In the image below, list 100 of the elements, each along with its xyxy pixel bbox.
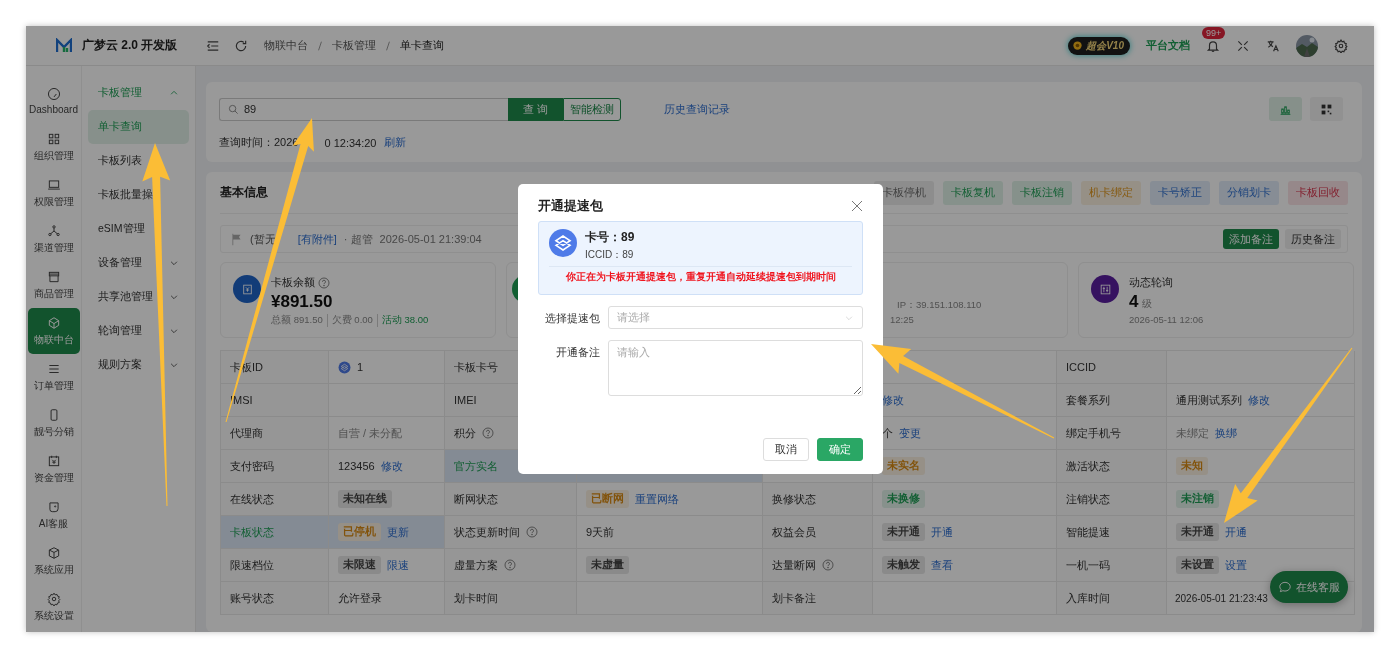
- field-label: 套餐系列: [1057, 384, 1167, 417]
- nav-item[interactable]: 靓号分销: [27, 400, 80, 446]
- field-label: 积分: [454, 425, 476, 441]
- detect-button[interactable]: 智能检测: [563, 97, 621, 121]
- refresh-link[interactable]: 刷新: [384, 135, 407, 150]
- warning-text: 你正在为卡板开通提速包，重复开通自动延续提速包到期时间: [564, 271, 837, 284]
- menu-group[interactable]: 设备管理: [88, 246, 189, 280]
- field-label: 在线状态: [221, 483, 329, 516]
- breadcrumb-item[interactable]: 卡板管理: [332, 38, 376, 53]
- action-link[interactable]: 开通: [931, 524, 953, 540]
- status-tag: 未实名: [882, 457, 925, 475]
- nav-item[interactable]: 系统应用: [27, 538, 80, 584]
- stat-unit: 级: [1142, 298, 1153, 309]
- action-link[interactable]: 开通: [1225, 524, 1247, 540]
- breadcrumb-item: 单卡查询: [400, 38, 444, 53]
- confirm-button[interactable]: 确定: [817, 438, 863, 461]
- cell-text: 1: [357, 361, 364, 373]
- ip-address: IP：39.151.108.110: [897, 299, 982, 312]
- menu-item[interactable]: 卡板列表: [88, 144, 189, 178]
- stat-detail: 欠费 0.00: [326, 314, 377, 327]
- action-link[interactable]: 重置网络: [635, 491, 679, 507]
- action-link[interactable]: 换绑: [1215, 425, 1237, 441]
- nav-label: 资金管理: [33, 470, 74, 485]
- action-button[interactable]: 卡板回收: [1288, 180, 1348, 205]
- nav-item[interactable]: 权限管理: [27, 170, 80, 216]
- nav-label: AI客服: [38, 516, 69, 531]
- section-title: 基本信息: [220, 184, 268, 201]
- menu-item[interactable]: 卡板批量操: [88, 178, 189, 212]
- action-button[interactable]: 卡板复机: [943, 180, 1003, 205]
- status-tag: 未开通: [1176, 523, 1219, 541]
- field-label: 一机一码: [1057, 549, 1167, 582]
- select-field[interactable]: 请选择: [608, 306, 863, 329]
- action-button[interactable]: 分销划卡: [1219, 180, 1279, 205]
- attachment-link[interactable]: [有附件]: [297, 231, 337, 247]
- nav-label: 靓号分销: [33, 424, 74, 439]
- field-label: 状态更新时间: [454, 524, 520, 540]
- field-label: 断网状态: [445, 483, 577, 516]
- field-label: 账号状态: [221, 582, 329, 615]
- chat-button[interactable]: 在线客服: [1270, 571, 1348, 603]
- search-field[interactable]: 89: [219, 97, 508, 121]
- action-link[interactable]: 修改: [380, 458, 403, 474]
- nav-item[interactable]: 物联中台: [27, 308, 80, 354]
- nav-item[interactable]: AI客服: [27, 492, 80, 538]
- field-label: 换修状态: [763, 483, 873, 516]
- status-tag: 未限速: [338, 556, 381, 574]
- stat-time: 2026-05-11 12:06: [1129, 314, 1204, 325]
- action-link[interactable]: 更新: [387, 524, 409, 540]
- action-link[interactable]: 修改: [882, 392, 904, 408]
- nav-item[interactable]: 组织管理: [27, 124, 80, 170]
- field-label: ICCID: [1057, 351, 1167, 384]
- field-label: 支付密码: [221, 450, 329, 483]
- field-label: 卡板状态: [221, 516, 329, 549]
- history-link[interactable]: 历史查询记录: [664, 101, 730, 117]
- cell-text: 123456: [338, 460, 375, 472]
- query-time: 0 12:34:20: [324, 136, 377, 149]
- app-title: 广梦云 2.0 开发版: [82, 37, 178, 54]
- menu-group[interactable]: 共享池管理: [88, 280, 189, 314]
- status-tag: 未注销: [1176, 490, 1219, 508]
- menu-group[interactable]: 卡板管理: [88, 76, 189, 110]
- nav-label: 系统设置: [33, 608, 74, 623]
- action-link[interactable]: 查看: [931, 557, 953, 573]
- nav-item[interactable]: 资金管理: [27, 446, 80, 492]
- docs-link[interactable]: 平台文档: [1146, 38, 1190, 53]
- menu-item[interactable]: 单卡查询: [88, 110, 189, 144]
- status-tag: 未设置: [1176, 556, 1219, 574]
- stat-label: 动态轮询: [1129, 275, 1174, 290]
- nav-item[interactable]: Dashboard: [27, 78, 80, 124]
- query-button[interactable]: 查 询: [508, 97, 563, 121]
- remark-button[interactable]: 添加备注: [1223, 229, 1279, 249]
- remark-author: · 超管: [343, 231, 373, 247]
- cancel-button[interactable]: 取消: [763, 438, 809, 461]
- action-button[interactable]: 卡板注销: [1012, 180, 1072, 205]
- status-tag: 未虚量: [586, 556, 629, 574]
- nav-item[interactable]: 商品管理: [27, 262, 80, 308]
- text-area[interactable]: 请输入: [608, 340, 863, 396]
- action-link[interactable]: 修改: [1248, 392, 1270, 408]
- menu-group[interactable]: 规则方案: [88, 348, 189, 382]
- vip-badge: 超会V10: [1068, 36, 1130, 55]
- action-link[interactable]: 限速: [387, 557, 409, 573]
- nav-item[interactable]: 订单管理: [27, 354, 80, 400]
- action-link[interactable]: 变更: [899, 425, 921, 441]
- remark-button[interactable]: 历史备注: [1285, 229, 1341, 249]
- nav-label: 订单管理: [33, 378, 74, 393]
- field-label: 权益会员: [763, 516, 873, 549]
- stat-time: 12:25: [890, 314, 915, 325]
- iccid-text: ICCID：89: [585, 248, 635, 262]
- menu-item[interactable]: eSIM管理: [88, 212, 189, 246]
- status-tag: 未触发: [882, 556, 925, 574]
- nav-label: 组织管理: [33, 148, 74, 163]
- action-link[interactable]: 设置: [1225, 557, 1247, 573]
- breadcrumb-item[interactable]: 物联中台: [264, 38, 308, 53]
- nav-item[interactable]: 渠道管理: [27, 216, 80, 262]
- cell-text: 通用测试系列: [1176, 392, 1242, 408]
- action-button[interactable]: 卡号矫正: [1150, 180, 1210, 205]
- field-label: 代理商: [221, 417, 329, 450]
- action-button[interactable]: 机卡绑定: [1081, 180, 1141, 205]
- card-number: 卡号：89: [585, 229, 635, 246]
- nav-item[interactable]: 系统设置: [27, 584, 80, 630]
- menu-group[interactable]: 轮询管理: [88, 314, 189, 348]
- cell-text: 未绑定: [1176, 425, 1209, 441]
